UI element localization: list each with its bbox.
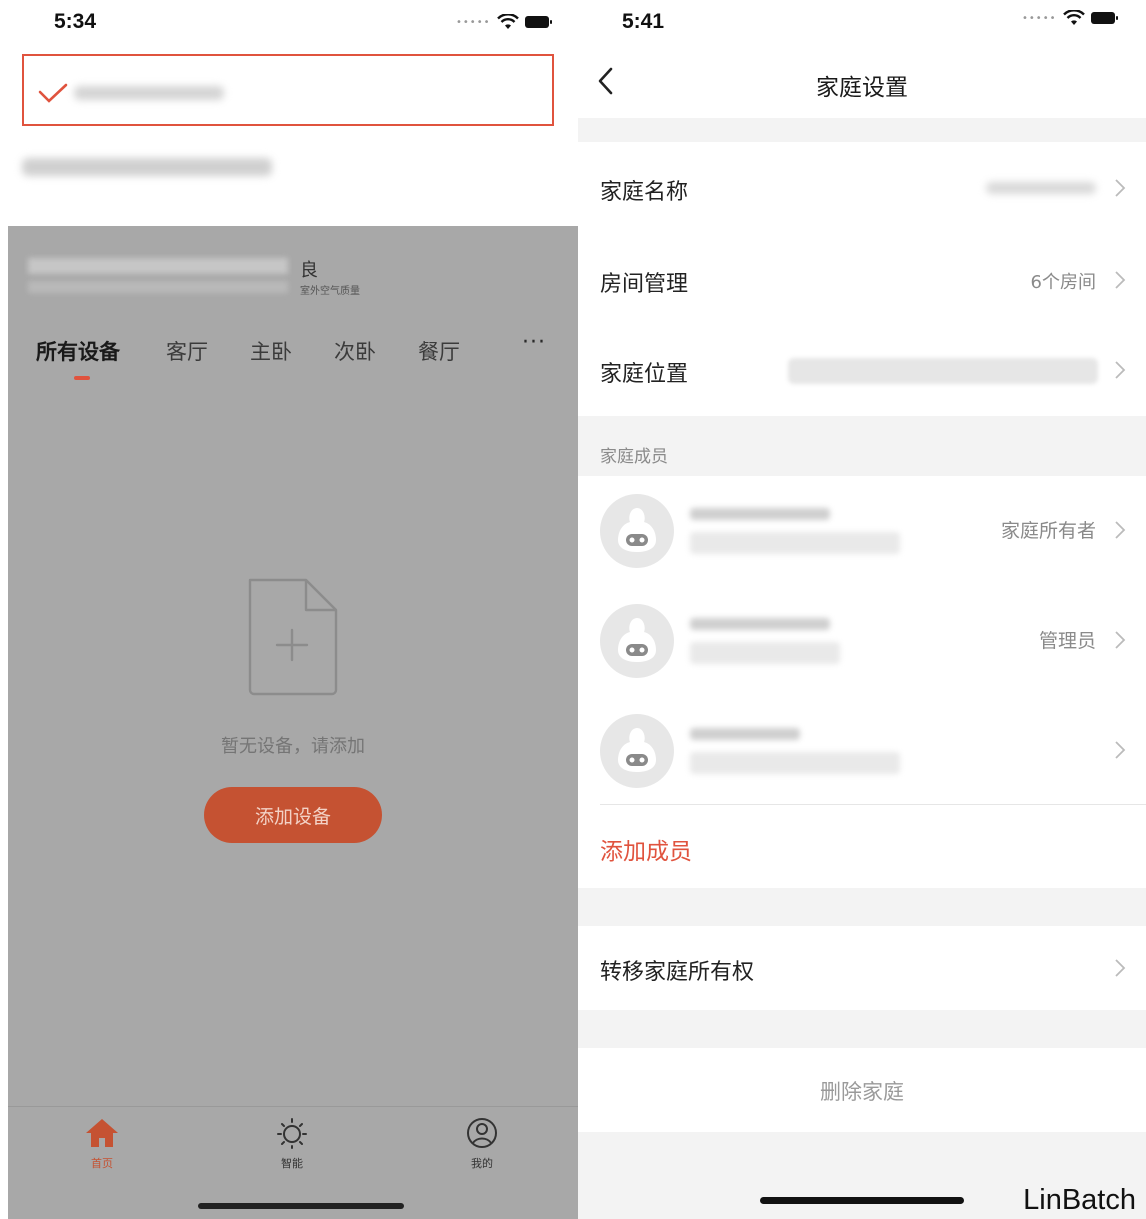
tab-living-room[interactable]: 客厅 (166, 336, 208, 366)
family-location-label: 家庭位置 (600, 362, 689, 387)
status-bar: 5:34 ••••• (0, 0, 578, 46)
tabbar-home-label: 首页 (91, 1157, 113, 1170)
member-row[interactable]: 管理员 (578, 586, 1146, 696)
status-bar: 5:41 ••••• (578, 0, 1146, 46)
family-name-label: 家庭名称 (600, 180, 689, 205)
robot-avatar-icon (618, 508, 656, 552)
tab-second-bedroom[interactable]: 次卧 (334, 336, 376, 366)
chevron-right-icon (1115, 521, 1126, 539)
home-icon (86, 1119, 118, 1147)
family-location-row[interactable]: 家庭位置 (578, 326, 1146, 416)
empty-document-icon (248, 578, 338, 696)
robot-avatar-icon (618, 728, 656, 772)
wifi-icon (496, 14, 519, 29)
tabbar-smart-label: 智能 (281, 1157, 303, 1170)
weather-blurred (28, 258, 288, 274)
status-time: 5:41 (622, 10, 665, 33)
room-count: 6个房间 (1030, 272, 1096, 293)
tabbar-home[interactable]: 首页 (62, 1117, 142, 1171)
member-row[interactable] (578, 696, 1146, 806)
battery-icon (524, 16, 552, 28)
member-account-blurred (690, 532, 900, 554)
signal-icon: ••••• (1022, 12, 1057, 24)
home-indicator (198, 1203, 404, 1209)
transfer-ownership-label: 转移家庭所有权 (600, 960, 755, 985)
family-members-header: 家庭成员 (600, 447, 668, 467)
add-device-button[interactable]: 添加设备 (204, 787, 382, 843)
chevron-right-icon (1115, 361, 1126, 379)
empty-state-message: 暂无设备，请添加 (221, 736, 365, 757)
family-name-blurred (74, 86, 224, 100)
more-tabs-button[interactable]: ··· (522, 330, 546, 355)
divider (600, 804, 1146, 805)
navigation-bar: 家庭设置 (578, 46, 1146, 118)
add-member-button[interactable]: 添加成员 (600, 832, 692, 866)
checkmark-icon (38, 83, 68, 103)
tabbar-profile-label: 我的 (471, 1157, 493, 1170)
signal-icon: ••••• (456, 16, 491, 28)
member-row[interactable]: 家庭所有者 (578, 476, 1146, 586)
family-switcher-popup (0, 46, 578, 226)
dimmed-overlay[interactable]: 良 室外空气质量 所有设备 客厅 主卧 次卧 餐厅 ··· 暂无设备，请添加 添… (8, 226, 578, 1106)
family-option-selected[interactable] (22, 54, 554, 126)
avatar (600, 604, 674, 678)
family-name-value-blurred (986, 182, 1096, 194)
tab-active-indicator (74, 376, 90, 380)
watermark: LinBatch (1023, 1184, 1136, 1216)
wifi-icon (1062, 10, 1085, 25)
family-name-blurred (22, 158, 272, 176)
transfer-ownership-row[interactable]: 转移家庭所有权 (578, 926, 1146, 1010)
room-management-label: 房间管理 (600, 272, 689, 297)
member-account-blurred (690, 642, 840, 664)
sun-icon (277, 1118, 307, 1149)
member-account-blurred (690, 752, 900, 774)
delete-family-button[interactable]: 删除家庭 (578, 1076, 1146, 1106)
family-name-row[interactable]: 家庭名称 (578, 142, 1146, 234)
avatar (600, 714, 674, 788)
tab-master-bedroom[interactable]: 主卧 (250, 336, 292, 366)
member-role: 管理员 (1038, 630, 1096, 652)
air-quality-label: 室外空气质量 (300, 286, 360, 297)
chevron-right-icon (1115, 271, 1126, 289)
battery-icon (1090, 12, 1118, 24)
add-member-row[interactable]: 添加成员 (578, 804, 1146, 888)
member-name-blurred (690, 618, 830, 630)
screenshot-stage: 5:34 ••••• 良 室外空气质量 所有设备 客厅 主卧 次卧 餐厅 ···… (0, 0, 1146, 1219)
room-tabs: 所有设备 客厅 主卧 次卧 餐厅 ··· (8, 330, 578, 386)
air-quality-value: 良 (300, 260, 318, 281)
status-time: 5:34 (54, 10, 97, 33)
chevron-right-icon (1115, 959, 1126, 977)
delete-family-row[interactable]: 删除家庭 (578, 1048, 1146, 1132)
avatar (600, 494, 674, 568)
chevron-right-icon (1115, 631, 1126, 649)
member-name-blurred (690, 508, 830, 520)
weather-detail-blurred (28, 281, 288, 293)
bottom-tab-bar: 首页 智能 我的 (8, 1106, 578, 1219)
robot-avatar-icon (618, 618, 656, 662)
status-icons: ••••• (456, 14, 552, 30)
tab-all-devices[interactable]: 所有设备 (36, 336, 120, 366)
profile-icon (467, 1118, 497, 1148)
tabbar-profile[interactable]: 我的 (442, 1117, 522, 1171)
family-option[interactable] (22, 154, 272, 180)
left-phone-screen: 5:34 ••••• 良 室外空气质量 所有设备 客厅 主卧 次卧 餐厅 ···… (0, 0, 578, 1219)
page-title: 家庭设置 (816, 75, 908, 101)
chevron-right-icon (1115, 741, 1126, 759)
family-location-value-blurred (788, 358, 1098, 384)
tab-dining-room[interactable]: 餐厅 (418, 336, 460, 366)
chevron-right-icon (1115, 179, 1126, 197)
room-management-row[interactable]: 房间管理 6个房间 (578, 234, 1146, 326)
right-phone-screen: 5:41 ••••• 家庭设置 家庭名称 房间管理 6个房间 家庭位置 家庭成员… (578, 0, 1146, 1219)
status-icons: ••••• (1022, 10, 1118, 26)
member-name-blurred (690, 728, 800, 740)
tabbar-smart[interactable]: 智能 (252, 1117, 332, 1171)
home-indicator (760, 1197, 964, 1204)
member-role: 家庭所有者 (1000, 520, 1096, 542)
